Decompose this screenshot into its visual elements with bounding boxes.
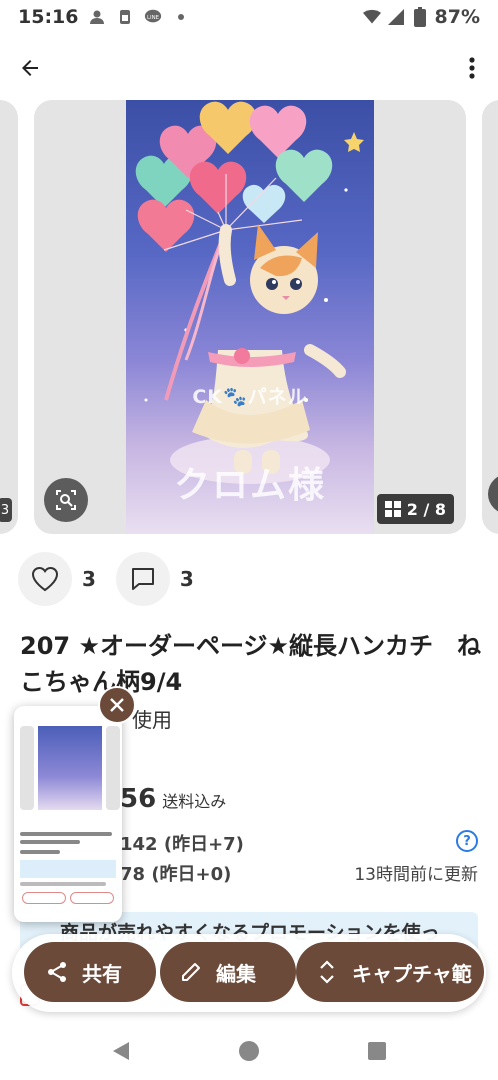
thumbnail-text-line (20, 840, 80, 844)
image-search-button[interactable] (44, 478, 88, 522)
thumbnail-banner (20, 860, 116, 878)
image-counter-text: 2 / 8 (406, 499, 446, 519)
product-condition: 使用 (132, 708, 172, 732)
previous-image-card[interactable]: 3 (0, 100, 18, 534)
image-counter: 2 / 8 (376, 494, 454, 524)
edit-button[interactable]: 編集 (160, 942, 296, 1002)
line-app-icon: LINE (144, 8, 162, 26)
share-label: 共有 (82, 961, 122, 986)
square-recents-icon (368, 1042, 386, 1060)
image-carousel[interactable]: 3 CK🐾パネル クロム様 2 / 8 (0, 100, 498, 534)
next-image-card[interactable] (482, 100, 498, 534)
thumbnail-text-line (20, 850, 60, 854)
thumbnail-side-card (20, 726, 34, 810)
grid-icon (384, 501, 401, 517)
watermark-shop-name: CK🐾パネル (192, 386, 308, 408)
arrow-left-icon (22, 60, 38, 76)
system-nav-bar (0, 1022, 498, 1080)
battery-level: 87% (434, 6, 480, 28)
thumbnail-button (70, 892, 114, 904)
product-title: 207 ★オーダーページ★縦長ハンカチ ねこちゃん柄9/4 (20, 632, 482, 696)
shipping-note: 送料込み (162, 792, 227, 811)
person-icon (88, 8, 106, 26)
like-count: 3 (82, 567, 96, 591)
comment-count: 3 (179, 567, 194, 591)
product-photo[interactable]: CK🐾パネル クロム様 (126, 100, 374, 534)
capture-more-button[interactable]: キャプチャ範 (296, 942, 484, 1002)
thumbnail-text-line (20, 832, 112, 836)
status-time: 15:16 (18, 6, 79, 28)
svg-text:LINE: LINE (147, 15, 160, 21)
watermark-customer-name: クロム様 (173, 465, 326, 506)
edit-label: 編集 (216, 961, 256, 986)
triangle-back-icon (113, 1042, 129, 1060)
price-row: 56 送料込み (120, 784, 226, 814)
back-button[interactable] (14, 52, 46, 84)
comment-icon (131, 568, 154, 590)
screenshot-thumbnail[interactable] (14, 706, 122, 922)
nav-home-button[interactable] (235, 1037, 263, 1065)
thumbnail-side-card (106, 726, 120, 810)
heart-icon (31, 566, 59, 592)
close-icon (110, 698, 124, 712)
thumbnail-photo (38, 726, 102, 810)
wifi-icon (362, 8, 381, 26)
nav-recents-button[interactable] (363, 1037, 391, 1065)
more-options-button[interactable] (460, 52, 484, 84)
signal-icon (387, 8, 405, 26)
image-search-icon (56, 490, 76, 510)
price: 56 (120, 784, 157, 814)
nav-back-button[interactable] (107, 1037, 135, 1065)
more-vertical-icon (469, 57, 475, 79)
close-preview-button[interactable] (98, 686, 136, 724)
pencil-icon (178, 959, 204, 985)
thumbnail-button (22, 892, 66, 904)
like-button[interactable] (18, 552, 72, 606)
current-image-card[interactable]: CK🐾パネル クロム様 2 / 8 (34, 100, 466, 534)
help-button[interactable]: ? (456, 830, 478, 852)
sim-icon (116, 8, 134, 26)
updated-time: 13時間前に更新 (354, 865, 478, 885)
views-stat: 142 (昨日+7) (120, 834, 244, 855)
share-button[interactable]: 共有 (24, 942, 156, 1002)
reactions-row: 3 3 (18, 552, 214, 606)
share-icon (44, 959, 70, 985)
thumbnail-text-line (20, 882, 106, 886)
capture-label: キャプチャ範 (352, 961, 472, 986)
likes-stat: 78 (昨日+0) (120, 864, 232, 885)
screenshot-action-bar: 共有 編集 キャプチャ範 (12, 934, 486, 1012)
status-bar: 15:16 LINE 87% (0, 0, 498, 34)
expand-vertical-icon (314, 959, 340, 985)
comment-button[interactable] (115, 552, 170, 606)
next-lens-fragment (488, 474, 498, 514)
circle-home-icon (239, 1041, 259, 1061)
prev-counter-fragment: 3 (0, 498, 12, 522)
app-bar (0, 44, 498, 90)
battery-icon (411, 7, 429, 27)
dot-icon (172, 8, 190, 26)
